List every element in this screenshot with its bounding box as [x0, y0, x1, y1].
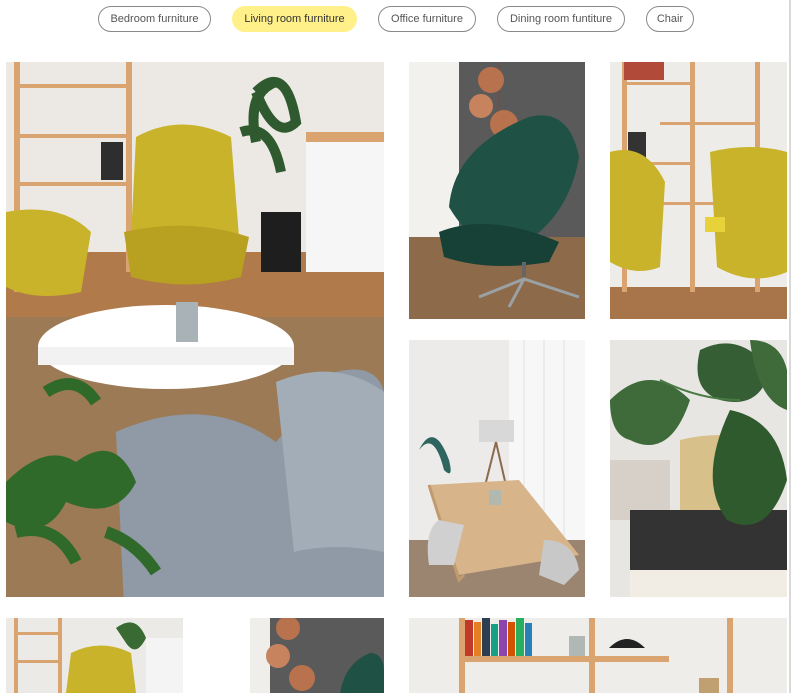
gallery-image-yellow-armchair-small[interactable]	[6, 618, 183, 693]
monstera-photo	[610, 340, 787, 597]
filter-living-room-furniture[interactable]: Living room furniture	[232, 6, 357, 32]
yellow-armchairs-photo	[610, 62, 787, 319]
gallery-image-copper-lamps[interactable]	[250, 618, 384, 693]
living-room-photo	[6, 62, 384, 597]
gallery-image-living-room[interactable]	[6, 62, 384, 597]
gallery-image-dining-room[interactable]	[409, 340, 585, 597]
gallery-image-lounge-chair[interactable]	[409, 62, 585, 319]
gallery-image-monstera[interactable]	[610, 340, 787, 597]
gallery-image-bookshelf[interactable]	[409, 618, 787, 693]
category-filter-bar: Bedroom furniture Living room furniture …	[0, 6, 791, 34]
filter-chair[interactable]: Chair	[646, 6, 694, 32]
gallery-image-yellow-armchairs[interactable]	[610, 62, 787, 319]
copper-lamps-photo	[250, 618, 384, 693]
bookshelf-photo	[409, 618, 787, 693]
filter-dining-room-furniture[interactable]: Dining room funtiture	[497, 6, 625, 32]
filter-office-furniture[interactable]: Office furniture	[378, 6, 476, 32]
dining-room-photo	[409, 340, 585, 597]
lounge-chair-photo	[409, 62, 585, 319]
yellow-armchair-small-photo	[6, 618, 183, 693]
filter-bedroom-furniture[interactable]: Bedroom furniture	[98, 6, 211, 32]
